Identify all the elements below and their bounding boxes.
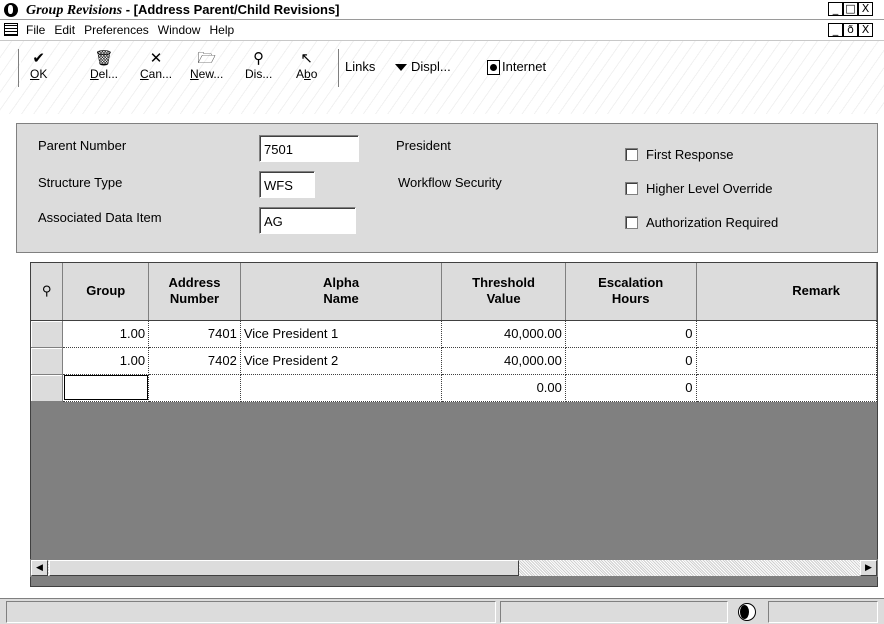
cell-group[interactable]: 1.00 [62,347,150,375]
cell-address-number[interactable]: 7401 [148,320,241,348]
cell-alpha-name[interactable]: Vice President 2 [240,347,443,375]
status-pane-main [6,601,496,623]
app-globe-icon[interactable] [4,3,18,17]
ok-button[interactable]: ✔ OK [30,49,47,81]
associated-data-item-field[interactable]: AG [259,207,356,234]
trash-icon: 🗑 [94,49,114,67]
column-header-escalation-hours[interactable]: Escalation Hours [565,263,697,321]
menu-help[interactable]: Help [209,23,234,37]
cell-remark[interactable] [696,347,877,375]
query-by-example-icon[interactable]: ⚲ [42,284,52,300]
check-icon: ✔ [32,49,45,67]
cell-remark[interactable] [696,374,877,402]
dropdown-arrow-icon [395,64,407,72]
checkbox-box[interactable] [625,182,638,195]
close-icon: ✕ [149,49,163,67]
magnifier-icon: ⚲ [253,49,265,67]
cell-alpha-name[interactable] [240,374,443,402]
cell-alpha-name[interactable]: Vice President 1 [240,320,443,348]
toolbar-grip[interactable] [18,49,21,87]
parent-number-field[interactable]: 7501 [259,135,359,162]
column-header-alpha-name[interactable]: Alpha Name [240,263,443,321]
cancel-button[interactable]: ✕ Can... [140,49,172,81]
new-folder-icon: 🗁 [197,49,216,67]
menu-bar: File Edit Preferences Window Help _ ð X [0,20,884,40]
cell-threshold-value[interactable]: 40,000.00 [441,347,566,375]
display-menu[interactable]: Displ... [395,59,451,74]
menu-file[interactable]: File [26,23,45,37]
parent-number-label: Parent Number [38,138,127,153]
window-controls: _ □ X [828,2,873,16]
minimize-button[interactable]: _ [828,2,843,16]
table-row[interactable]: 0.00 0 [31,374,877,402]
document-window-controls: _ ð X [828,23,873,37]
structure-type-field[interactable]: WFS [259,171,315,198]
table-row[interactable]: 1.00 7402 Vice President 2 40,000.00 0 [31,347,877,375]
pointer-help-icon: ↖ [300,49,313,67]
status-pane-right [768,601,878,623]
grid-table: ⚲ Group Address Number Alpha Name Threshol… [31,263,877,402]
cell-threshold-value[interactable]: 0.00 [441,374,566,402]
new-button[interactable]: 🗁 New... [190,49,223,81]
cell-escalation-hours[interactable]: 0 [565,320,697,348]
row-selector[interactable] [31,347,64,375]
authorization-required-checkbox[interactable]: Authorization Required [625,215,778,230]
scrollbar-thumb[interactable] [49,560,519,576]
links-menu[interactable]: Links [345,59,375,74]
header-form-panel: Parent Number 7501 President Structure T… [16,123,878,253]
doc-close-button[interactable]: X [858,23,873,37]
column-header-address-number[interactable]: Address Number [148,263,241,321]
doc-minimize-button[interactable]: _ [828,23,843,37]
column-header-group[interactable]: Group [62,263,150,321]
internet-icon [487,60,500,76]
menu-edit[interactable]: Edit [54,23,75,37]
horizontal-scrollbar[interactable]: ◀ ▶ [30,559,878,577]
revisions-grid: ⚲ Group Address Number Alpha Name Threshol… [30,262,878,587]
network-globe-icon [738,603,760,621]
table-row[interactable]: 1.00 7401 Vice President 1 40,000.00 0 [31,320,877,348]
cell-remark[interactable] [696,320,877,348]
row-selector[interactable] [31,374,64,402]
cell-escalation-hours[interactable]: 0 [565,374,697,402]
status-pane-secondary [500,601,728,623]
status-bar [0,598,884,624]
display-button[interactable]: ⚲ Dis... [245,49,272,81]
window-title: Group Revisions - [Address Parent/Child … [26,2,340,18]
cell-escalation-hours[interactable]: 0 [565,347,697,375]
scroll-right-icon[interactable]: ▶ [860,560,877,576]
associated-data-item-label: Associated Data Item [38,210,162,225]
maximize-button[interactable]: □ [843,2,858,16]
about-button[interactable]: ↖ Abo [296,49,317,81]
row-selector[interactable] [31,320,64,348]
column-header-remark[interactable]: Remark [696,263,877,321]
doc-restore-button[interactable]: ð [843,23,858,37]
menu-preferences[interactable]: Preferences [84,23,149,37]
parent-name-text: President [396,138,451,153]
toolbar: ✔ OK 🗑 Del... ✕ Can... 🗁 New... ⚲ Dis...… [0,40,884,114]
column-header-threshold-value[interactable]: Threshold Value [441,263,566,321]
cell-address-number[interactable]: 7402 [148,347,241,375]
cell-threshold-value[interactable]: 40,000.00 [441,320,566,348]
first-response-checkbox[interactable]: First Response [625,147,733,162]
menu-window[interactable]: Window [158,23,201,37]
title-bar: Group Revisions - [Address Parent/Child … [0,0,884,20]
cell-group[interactable]: 1.00 [62,320,150,348]
checkbox-box[interactable] [625,148,638,161]
row-selector-header[interactable]: ⚲ [31,263,64,321]
document-icon[interactable] [4,23,18,36]
structure-type-label: Structure Type [38,175,123,190]
toolbar-separator [338,49,340,87]
scroll-left-icon[interactable]: ◀ [31,560,48,576]
higher-level-override-checkbox[interactable]: Higher Level Override [625,181,772,196]
cell-group[interactable] [62,374,150,402]
structure-type-description: Workflow Security [398,175,502,190]
cell-address-number[interactable] [148,374,241,402]
delete-button[interactable]: 🗑 Del... [90,49,118,81]
checkbox-box[interactable] [625,216,638,229]
close-button[interactable]: X [858,2,873,16]
internet-button[interactable]: Internet [487,59,546,76]
